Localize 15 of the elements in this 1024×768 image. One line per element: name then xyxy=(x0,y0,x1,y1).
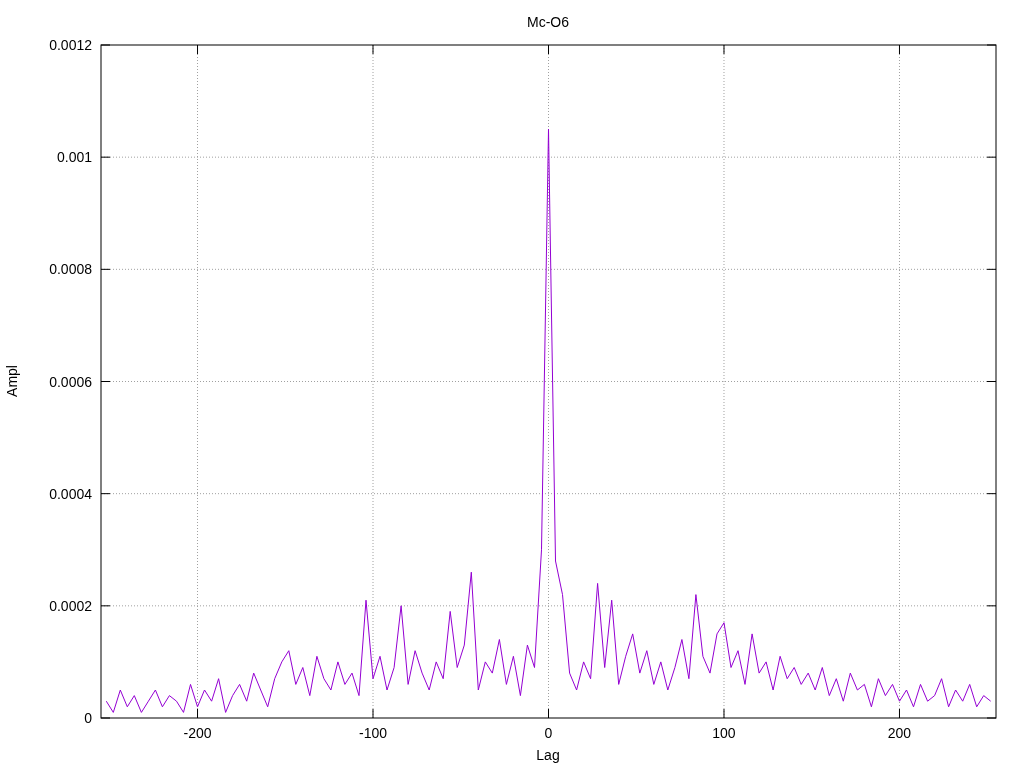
x-tick-label: -200 xyxy=(183,725,212,741)
x-tick-label: 200 xyxy=(887,725,912,741)
x-tick-label: -100 xyxy=(359,725,388,741)
y-tick-label: 0.0012 xyxy=(49,37,92,53)
x-axis-label: Lag xyxy=(536,747,560,763)
y-tick-label: 0 xyxy=(84,710,92,726)
y-tick-label: 0.001 xyxy=(56,149,92,166)
x-tick-label: 100 xyxy=(712,725,736,741)
y-tick-label: 0.0006 xyxy=(49,373,92,390)
chart-title: Mc-O6 xyxy=(527,14,569,30)
y-tick-label: 0.0004 xyxy=(49,485,92,502)
y-tick-label: 0.0002 xyxy=(49,597,92,614)
y-tick-label: 0.0008 xyxy=(49,261,92,278)
x-tick-label: 0 xyxy=(544,725,553,741)
y-axis-label: Ampl xyxy=(4,365,20,397)
